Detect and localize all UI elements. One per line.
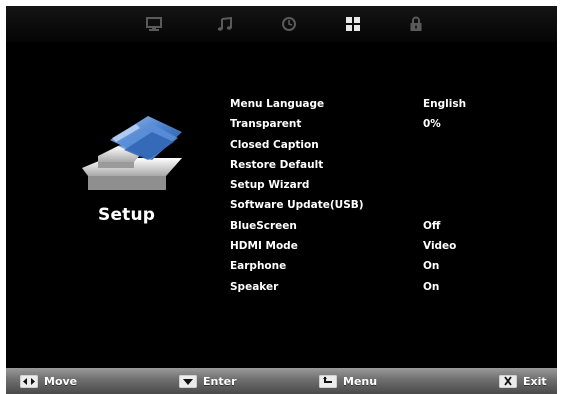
setup-menu: Menu Language English Transparent 0% Clo… [230,94,530,297]
menu-item-value: On [423,280,440,293]
menu-item-label: Speaker [230,280,279,293]
menu-item-software-update[interactable]: Software Update(USB) [230,195,530,215]
move-label: Move [44,374,78,388]
page-title: Setup [98,205,156,225]
enter-label: Enter [203,374,237,388]
menu-item-label: Restore Default [230,158,324,171]
grid-icon[interactable] [343,16,363,32]
menu-item-label: HDMI Mode [230,240,298,253]
menu-item-bluescreen[interactable]: BlueScreen Off [230,216,530,236]
exit-label: Exit [523,374,547,388]
menu-item-value: 0% [423,118,441,131]
setup-folder-icon [78,110,188,196]
menu-item-restore-default[interactable]: Restore Default [230,155,530,175]
exit-x-icon [499,374,517,388]
menu-item-value: Off [423,219,441,232]
menu-item-label: BlueScreen [230,219,297,232]
menu-item-menu-language[interactable]: Menu Language English [230,94,530,114]
menu-item-label: Software Update(USB) [230,199,364,212]
clock-icon[interactable] [279,16,299,32]
menu-item-label: Closed Caption [230,138,319,151]
key-hint-bar: Move Enter Menu Exit [6,368,557,394]
menu-item-closed-caption[interactable]: Closed Caption [230,135,530,155]
exit-hint: Exit [499,374,547,388]
menu-item-value: On [423,260,440,273]
lock-icon[interactable] [406,16,426,32]
menu-label: Menu [343,374,378,388]
return-arrow-icon [319,374,337,388]
menu-item-speaker[interactable]: Speaker On [230,277,530,297]
menu-item-label: Setup Wizard [230,179,310,192]
tv-setup-screen: Setup Menu Language English Transparent … [6,6,557,394]
music-note-icon[interactable] [215,16,235,32]
down-arrow-icon [179,374,197,388]
menu-item-hdmi-mode[interactable]: HDMI Mode Video [230,236,530,256]
menu-item-value: English [423,98,467,110]
left-right-arrows-icon [20,374,38,388]
move-hint: Move [20,374,77,388]
menu-item-label: Transparent [230,118,302,131]
menu-item-label: Menu Language [230,98,325,110]
menu-category-bar [6,6,557,42]
menu-item-value: Video [423,240,457,253]
menu-item-label: Earphone [230,260,287,273]
monitor-icon[interactable] [144,16,164,32]
menu-hint: Menu [319,374,377,388]
menu-item-setup-wizard[interactable]: Setup Wizard [230,175,530,195]
enter-hint: Enter [179,374,237,388]
menu-item-earphone[interactable]: Earphone On [230,256,530,276]
menu-item-transparent[interactable]: Transparent 0% [230,114,530,134]
